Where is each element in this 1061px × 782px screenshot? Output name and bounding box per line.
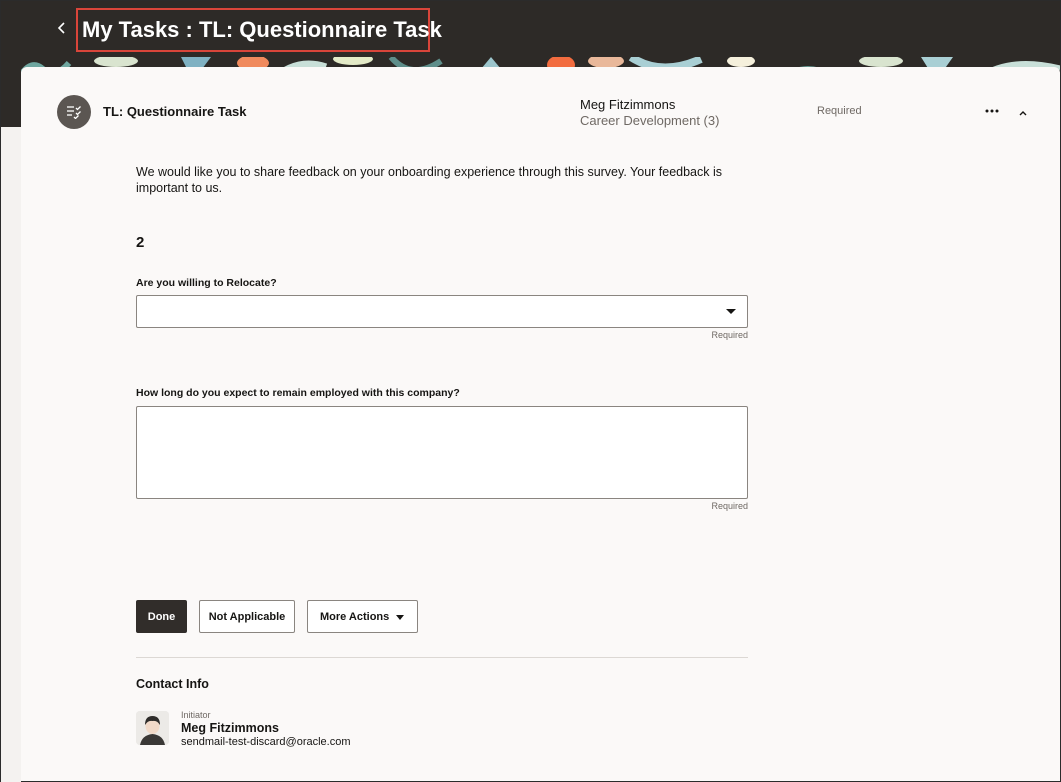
task-card: TL: Questionnaire Task Meg Fitzimmons Ca…	[21, 67, 1060, 781]
tenure-textarea[interactable]	[136, 406, 748, 499]
chevron-up-icon	[1019, 111, 1027, 116]
contact-info-title: Contact Info	[136, 677, 209, 691]
task-status: Required	[817, 105, 862, 117]
task-category: Career Development (3)	[580, 113, 720, 128]
assignee-name: Meg Fitzimmons	[580, 97, 676, 112]
more-options-button[interactable]	[981, 101, 1003, 121]
task-name: TL: Questionnaire Task	[103, 104, 247, 119]
contact-email[interactable]: sendmail-test-discard@oracle.com	[181, 736, 351, 748]
collapse-button[interactable]	[1014, 104, 1032, 122]
avatar	[136, 711, 169, 745]
page-title-highlight: My Tasks : TL: Questionnaire Task	[76, 8, 442, 52]
relocate-select[interactable]	[136, 295, 748, 328]
section-number: 2	[136, 234, 145, 251]
intro-text: We would like you to share feedback on y…	[136, 165, 723, 195]
caret-down-icon	[396, 615, 404, 620]
contact-role: Initiator	[181, 710, 211, 720]
left-background-strip	[1, 127, 21, 782]
relocate-question-label: Are you willing to Relocate?	[136, 277, 277, 289]
more-actions-label: More Actions	[320, 610, 390, 623]
page-title: My Tasks : TL: Questionnaire Task	[82, 17, 442, 42]
more-actions-button[interactable]: More Actions	[307, 600, 418, 633]
tenure-required-note: Required	[711, 501, 748, 511]
relocate-required-note: Required	[711, 330, 748, 340]
chevron-left-icon	[57, 22, 65, 34]
tenure-question-label: How long do you expect to remain employe…	[136, 387, 460, 399]
back-button[interactable]	[51, 15, 73, 41]
caret-down-icon	[726, 309, 736, 314]
section-divider	[136, 657, 748, 658]
done-button[interactable]: Done	[136, 600, 187, 633]
ellipsis-icon	[985, 109, 999, 113]
checklist-icon	[57, 95, 91, 129]
contact-name: Meg Fitzimmons	[181, 721, 279, 735]
page-header: My Tasks : TL: Questionnaire Task	[1, 1, 1060, 57]
not-applicable-button[interactable]: Not Applicable	[199, 600, 295, 633]
